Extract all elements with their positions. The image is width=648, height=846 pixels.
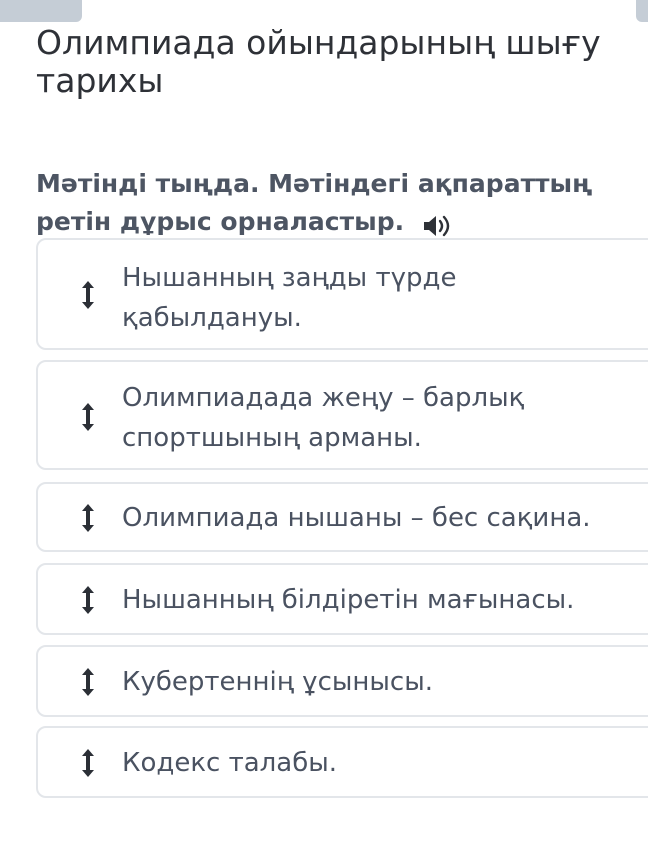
- page-title: Олимпиада ойындарының шығу тарихы: [36, 23, 601, 100]
- sortable-item[interactable]: Нышанның білдіретін мағынасы.: [36, 563, 648, 635]
- top-right-tab[interactable]: [636, 0, 648, 22]
- sortable-item-label: Олимпиада нышаны – бес сақина.: [122, 503, 591, 533]
- drag-handle-icon[interactable]: [79, 748, 97, 778]
- instruction-label: Мәтінді тыңда. Мәтіндегі ақпараттың реті…: [36, 169, 593, 236]
- sortable-item[interactable]: Олимпиада нышаны – бес сақина.: [36, 482, 648, 552]
- speaker-icon[interactable]: [422, 211, 452, 237]
- sortable-item[interactable]: Олимпиадада жеңу – барлық спортшының арм…: [36, 360, 648, 470]
- drag-handle-icon[interactable]: [79, 585, 97, 615]
- top-left-tab[interactable]: [0, 0, 82, 22]
- sortable-item[interactable]: Кубертеннің ұсынысы.: [36, 645, 648, 717]
- sortable-item-label: Нышанның заңды түрде қабылдануы.: [122, 263, 457, 333]
- drag-handle-icon[interactable]: [79, 402, 97, 432]
- instruction-text: Мәтінді тыңда. Мәтіндегі ақпараттың реті…: [36, 165, 636, 241]
- sortable-item-label: Кубертеннің ұсынысы.: [122, 667, 434, 697]
- drag-handle-icon[interactable]: [79, 667, 97, 697]
- sortable-item[interactable]: Нышанның заңды түрде қабылдануы.: [36, 238, 648, 350]
- sortable-item-label: Олимпиадада жеңу – барлық спортшының арм…: [122, 383, 525, 453]
- sortable-item-label: Нышанның білдіретін мағынасы.: [122, 585, 575, 615]
- sortable-item[interactable]: Кодекс талабы.: [36, 726, 648, 798]
- drag-handle-icon[interactable]: [79, 280, 97, 310]
- drag-handle-icon[interactable]: [79, 503, 97, 533]
- sortable-item-label: Кодекс талабы.: [122, 748, 338, 778]
